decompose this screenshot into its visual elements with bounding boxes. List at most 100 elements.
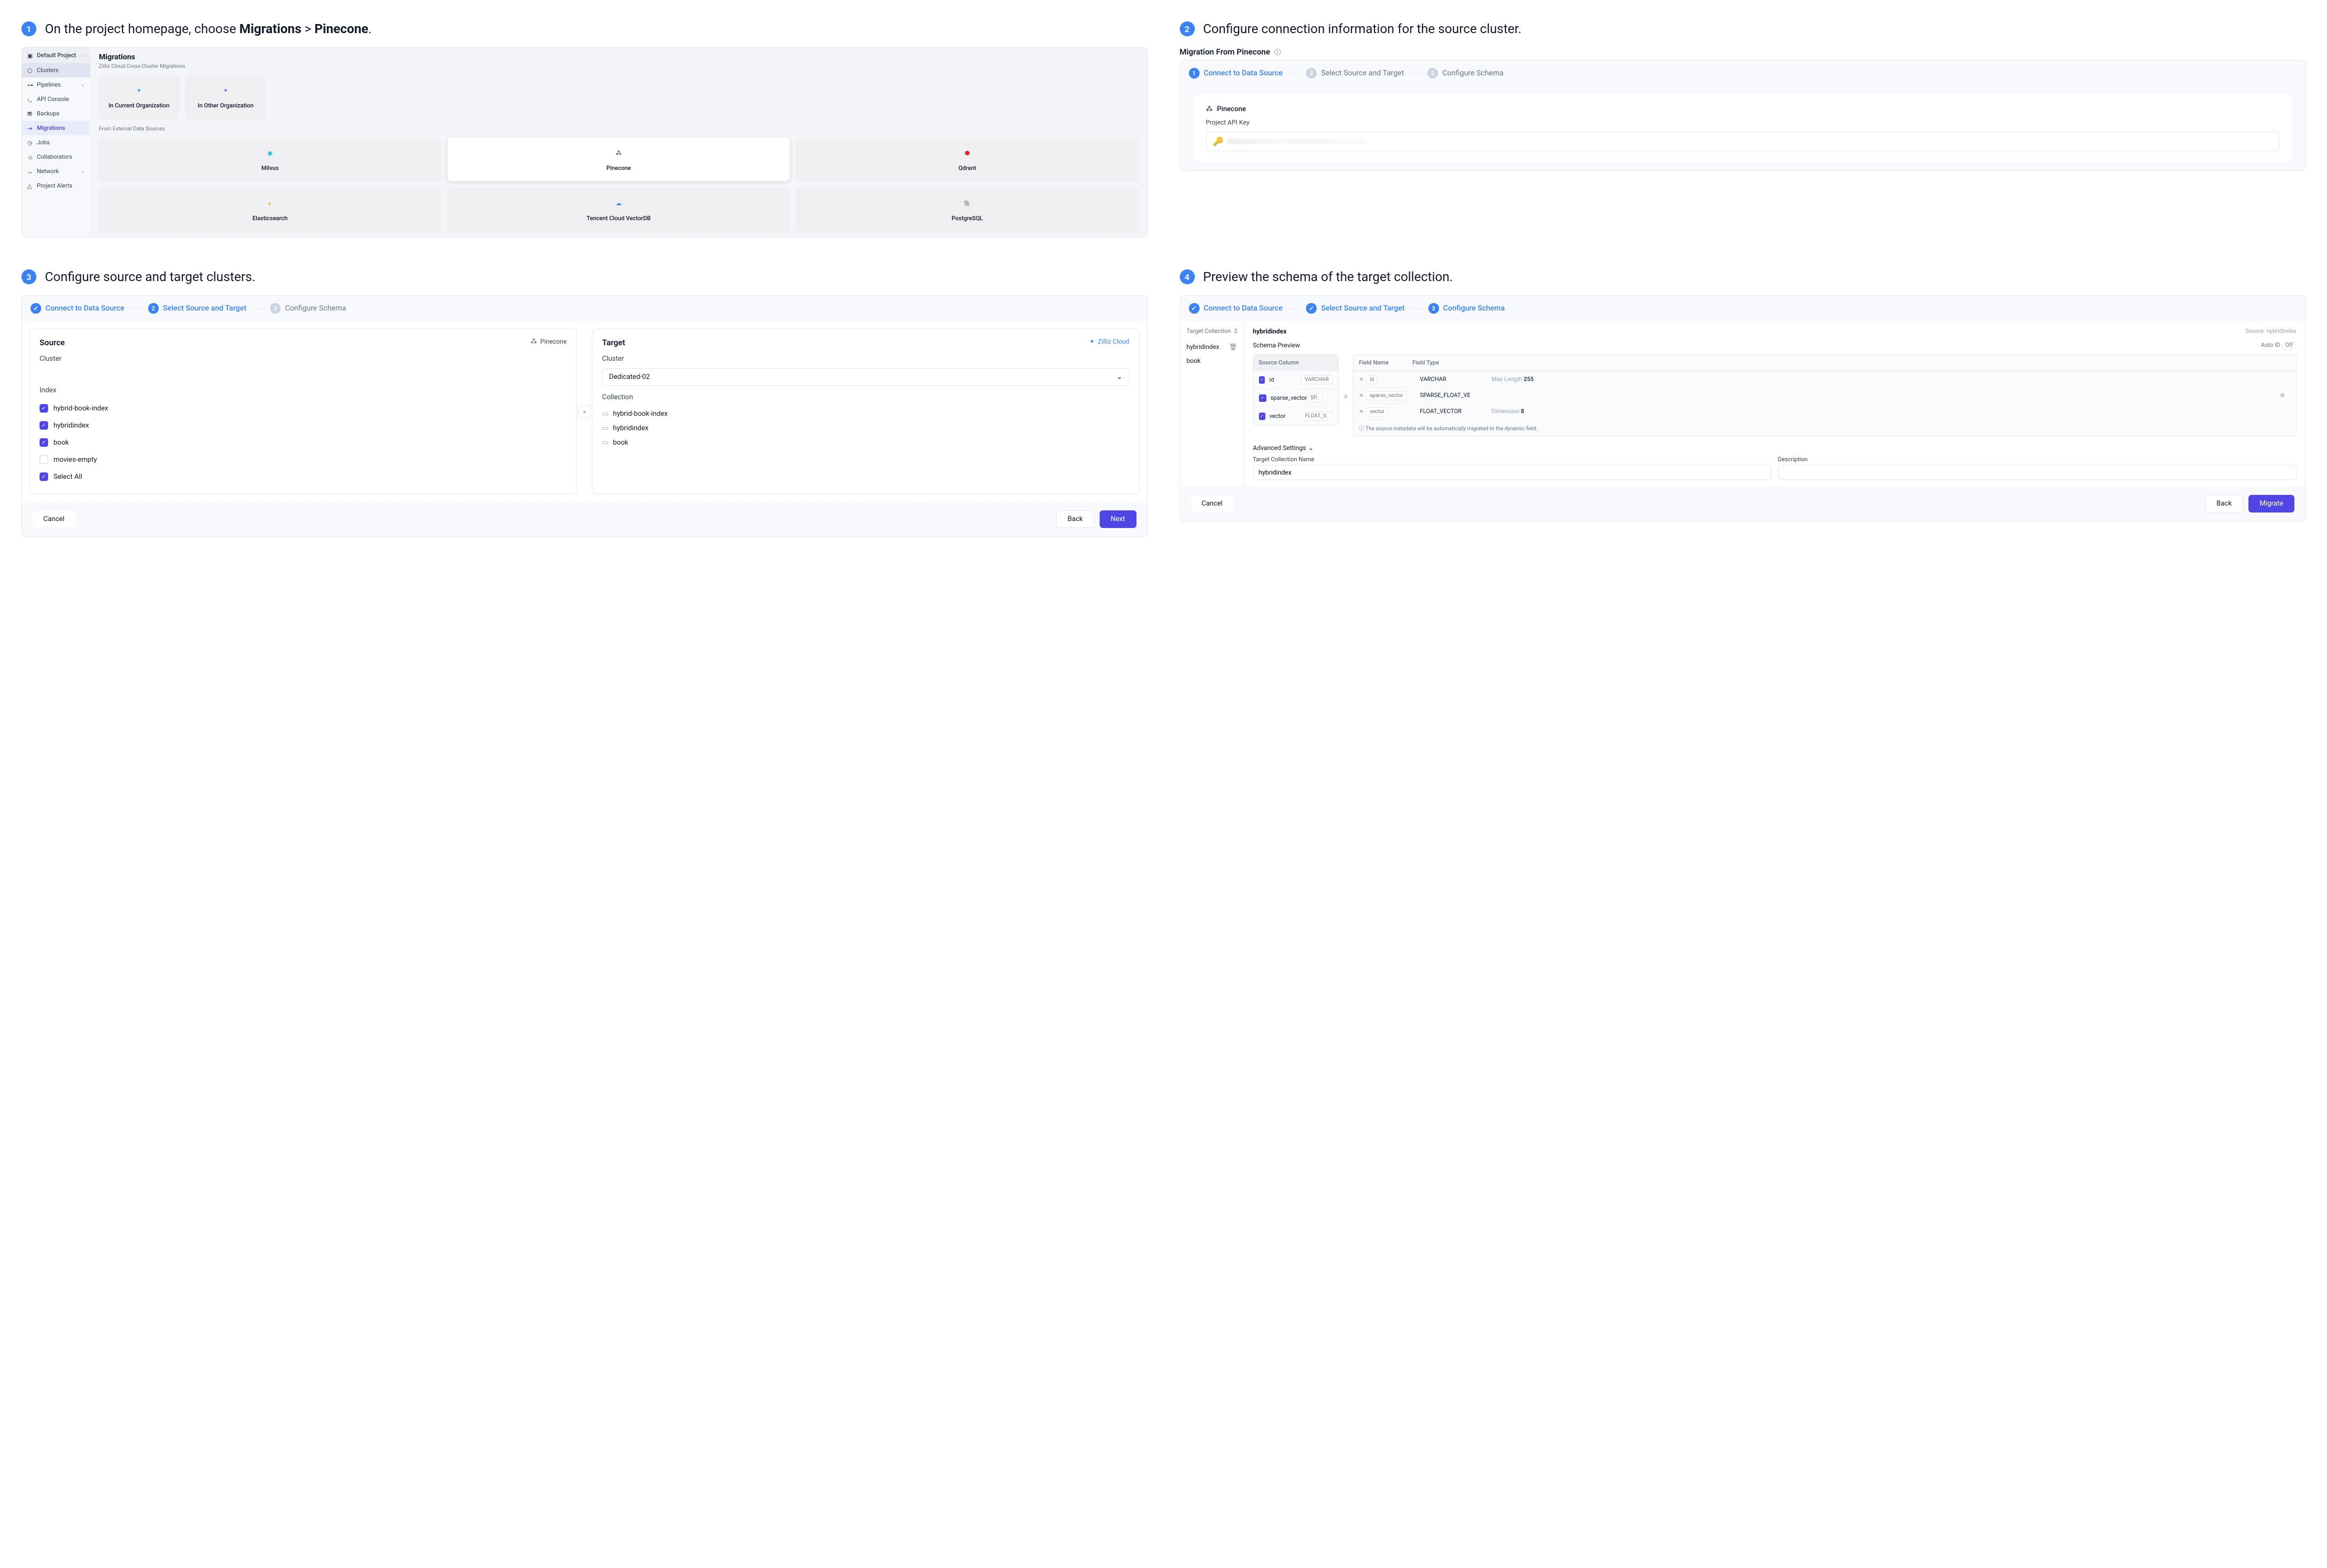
back-button[interactable]: Back: [2205, 495, 2243, 513]
sidebar-item-clusters[interactable]: ⬡Clusters: [22, 63, 90, 77]
key-icon: 🔑: [1213, 136, 1224, 146]
vector-icon: ∗: [1359, 376, 1364, 383]
ws2: Select Source and Target: [1321, 69, 1404, 77]
tile-elasticsearch[interactable]: ◐Elasticsearch: [99, 188, 441, 231]
ws1: Connect to Data Source: [1204, 304, 1283, 313]
tile-milvus[interactable]: ◉Milvus: [99, 137, 441, 181]
index-checkbox-row[interactable]: hybrid-book-index: [40, 400, 567, 417]
checkbox[interactable]: [40, 421, 48, 430]
page-title: Migrations: [99, 53, 1139, 61]
sidebar-item-api[interactable]: ›_API Console: [22, 92, 90, 106]
checkbox[interactable]: [40, 472, 48, 481]
alerts-icon: △: [27, 183, 34, 189]
api-key-input[interactable]: 🔑: [1206, 131, 2280, 151]
index-name: book: [53, 439, 69, 447]
list-item[interactable]: hybridindex🗑: [1187, 340, 1238, 354]
step4-badge: 4: [1180, 269, 1195, 284]
description-input[interactable]: [1778, 465, 2297, 480]
checkbox[interactable]: [40, 438, 48, 447]
qdrant-icon: ⬢: [961, 148, 973, 159]
network-icon: ↔: [27, 168, 34, 175]
schema-note: ⓘ The source metadata will be automatica…: [1354, 419, 2296, 436]
target-schema: Field NameField Type ∗idVARCHARMax Lengt…: [1353, 354, 2297, 437]
postgres-icon: 🐘: [961, 198, 973, 209]
migrations-icon: ⇥: [27, 125, 34, 131]
checkbox[interactable]: [1259, 376, 1265, 384]
collab-icon: ☺: [27, 154, 34, 160]
tile-tencent[interactable]: ☁Tencent Cloud VectorDB: [447, 188, 790, 231]
sidebar-item-network[interactable]: ↔Network⌄: [22, 164, 90, 178]
list-item[interactable]: book: [1187, 354, 1238, 368]
target-heading: Target: [602, 338, 1129, 347]
sidebar-item-pipelines[interactable]: ⊶Pipelines⌄: [22, 77, 90, 92]
index-checkbox-row[interactable]: Select All: [40, 468, 567, 485]
transfer-arrow-icon: »: [578, 405, 591, 418]
schema-row: ∗vectorFLOAT_VECTORDimension 8: [1354, 403, 2296, 419]
info-icon[interactable]: ⓘ: [1274, 48, 1281, 57]
collection-label: Collection: [602, 393, 1129, 401]
ws3: Configure Schema: [1442, 69, 1503, 77]
pinecone-icon: ⁂: [613, 148, 624, 159]
cancel-button[interactable]: Cancel: [33, 511, 75, 527]
vector-icon: ∗: [1359, 392, 1364, 399]
step3: 3 Configure source and target clusters. …: [21, 269, 1148, 537]
next-button[interactable]: Next: [1100, 510, 1137, 528]
arrow-icon: »: [1344, 391, 1348, 401]
checkbox[interactable]: [40, 404, 48, 413]
desc-label: Description: [1778, 456, 2297, 463]
ws1: Connect to Data Source: [1204, 69, 1283, 77]
sidebar-item-jobs[interactable]: ◷Jobs: [22, 135, 90, 150]
index-checkbox-row[interactable]: book: [40, 434, 567, 451]
checkbox[interactable]: [1259, 394, 1266, 402]
checkbox[interactable]: [1259, 413, 1265, 420]
back-button[interactable]: Back: [1056, 510, 1094, 528]
step3-badge: 3: [21, 269, 36, 284]
index-checkbox-row[interactable]: movies-empty: [40, 451, 567, 468]
collection-icon: ▭: [602, 424, 608, 432]
api-key-value: [1227, 139, 1366, 144]
schema-row: ∗idVARCHARMax Length 255: [1354, 371, 2296, 387]
cluster-select[interactable]: Dedicated-02 ⌄: [602, 368, 1129, 386]
sidebar-item-collaborators[interactable]: ☺Collaborators: [22, 150, 90, 164]
jobs-icon: ◷: [27, 139, 34, 146]
pinecone-icon: ⁂: [531, 338, 537, 345]
tile-current-org[interactable]: ✦In Current Organization: [99, 75, 179, 119]
migration-heading: Migration From Pinecone ⓘ: [1180, 47, 2306, 57]
project-selector[interactable]: ▣ Default Project⌄: [22, 48, 90, 63]
tile-qdrant[interactable]: ⬢Qdrant: [796, 137, 1138, 181]
tile-pinecone[interactable]: ⁂Pinecone: [447, 137, 790, 181]
backups-icon: ⛃: [27, 111, 34, 117]
checkbox[interactable]: [40, 455, 48, 464]
ws3: Configure Schema: [285, 304, 346, 313]
wizard-steps: Connect to Data Source Select Source and…: [1180, 296, 2306, 321]
migrate-button[interactable]: Migrate: [2248, 495, 2294, 513]
index-checkbox-row[interactable]: hybridindex: [40, 417, 567, 434]
advanced-settings-toggle[interactable]: Advanced Settings ⌄: [1253, 444, 2297, 452]
collection-row: ▭book: [602, 436, 1129, 450]
index-name: Select All: [53, 473, 82, 481]
step2-badge: 2: [1180, 21, 1195, 36]
project-icon: ▣: [27, 52, 34, 59]
index-name: movies-empty: [53, 456, 97, 464]
collection-row: ▭hybrid-book-index: [602, 407, 1129, 421]
cancel-button[interactable]: Cancel: [1191, 495, 1234, 512]
delete-icon[interactable]: 🗑: [1229, 343, 1237, 351]
target-collection-name-input[interactable]: [1253, 465, 1772, 480]
sidebar-item-alerts[interactable]: △Project Alerts: [22, 178, 90, 193]
step4: 4 Preview the schema of the target colle…: [1180, 269, 2306, 537]
schema-row: sparse_vectorSP..: [1254, 389, 1338, 407]
ws1: Connect to Data Source: [45, 304, 125, 313]
step1-title: On the project homepage, choose Migratio…: [45, 21, 372, 36]
section-label: Zilliz Cloud Cross-Cluster Migrations: [99, 64, 1139, 69]
tile-postgres[interactable]: 🐘PostgreSQL: [796, 188, 1138, 231]
schema-row: ∗sparse_vectorSPARSE_FLOAT_VE⊕: [1354, 387, 2296, 403]
source-schema: Source Column idVARCHARsparse_vectorSP..…: [1253, 354, 1339, 425]
source-brand: ⁂Pinecone: [531, 338, 567, 345]
autoid-toggle[interactable]: Off: [2282, 341, 2297, 350]
sidebar-item-backups[interactable]: ⛃Backups: [22, 106, 90, 121]
expand-icon[interactable]: ⊕: [2280, 392, 2291, 399]
collection-row: ▭hybridindex: [602, 421, 1129, 436]
sidebar-item-migrations[interactable]: ⇥Migrations: [22, 121, 90, 135]
api-icon: ›_: [27, 96, 34, 103]
tile-other-org[interactable]: ✦In Other Organization: [185, 75, 266, 119]
